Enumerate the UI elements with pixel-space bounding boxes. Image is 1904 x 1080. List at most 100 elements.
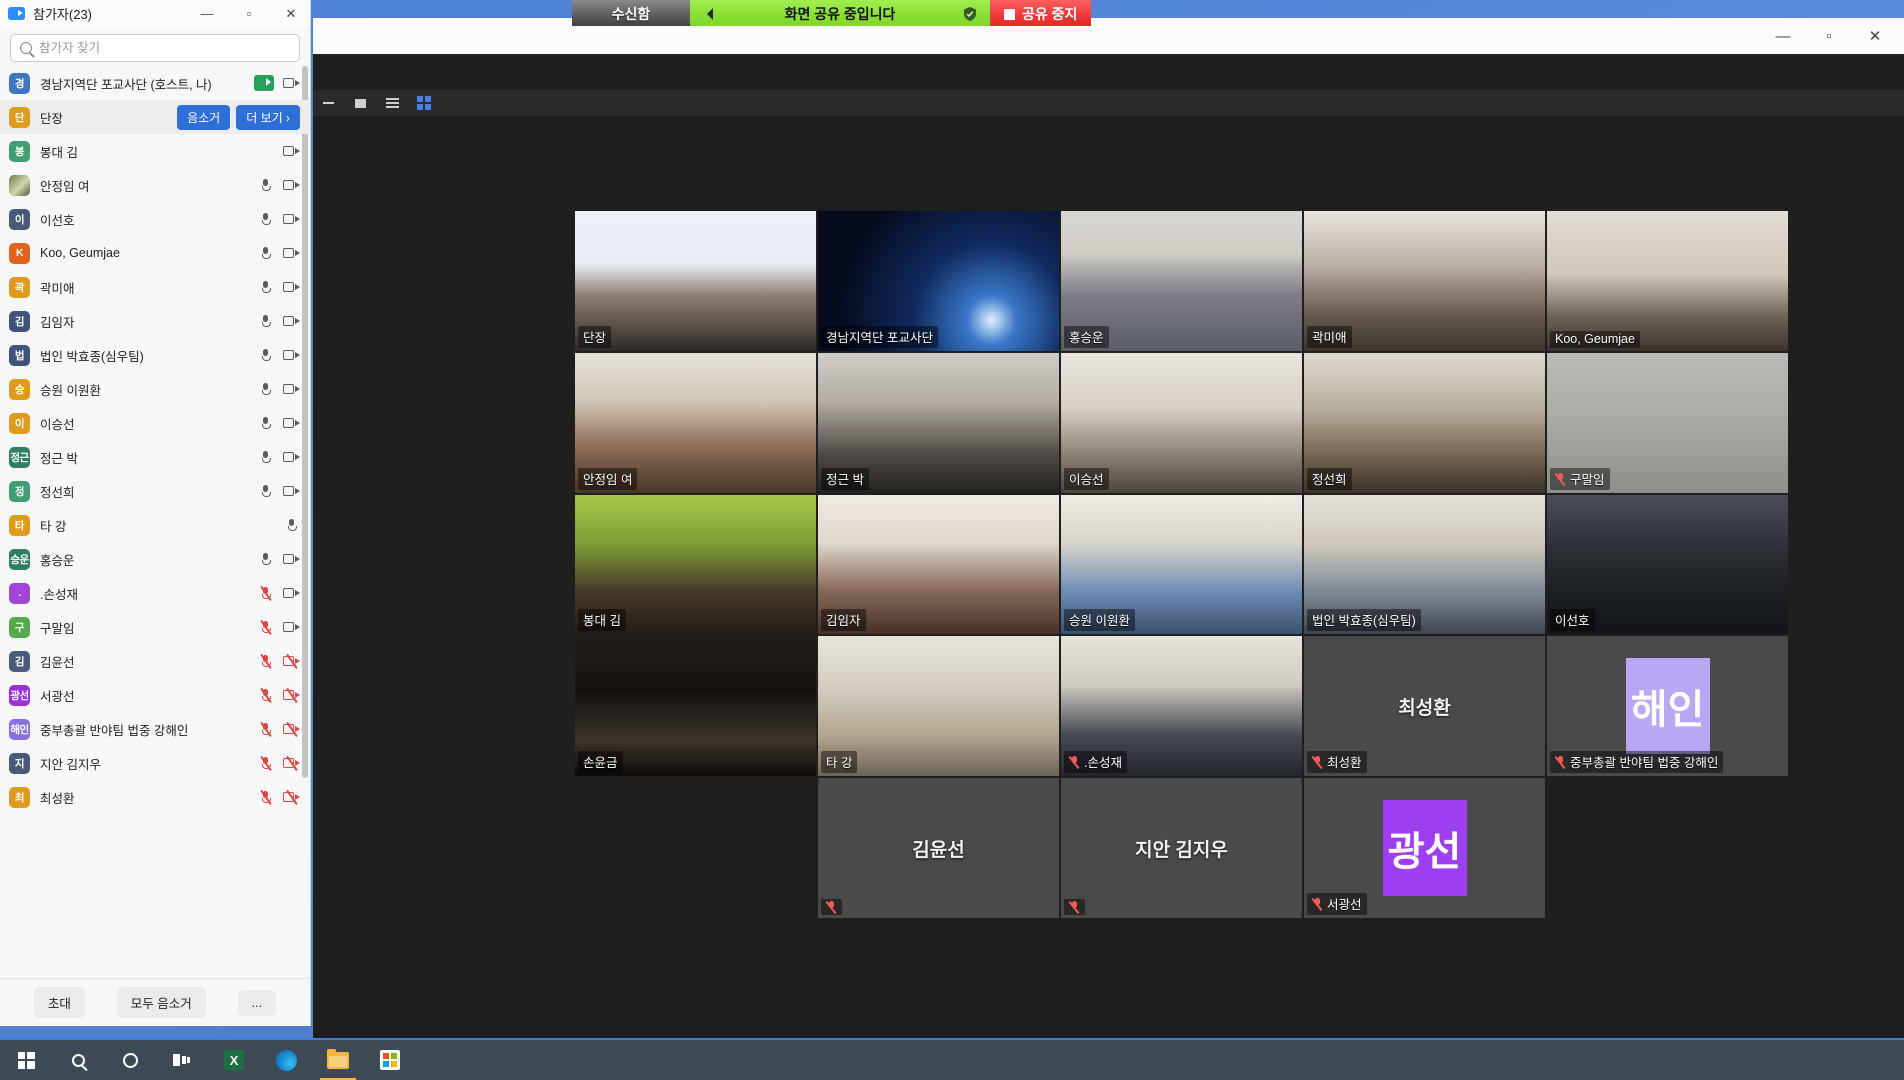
participant-row[interactable]: 김김윤선 bbox=[0, 644, 310, 678]
video-tile[interactable]: 광선서광선 bbox=[1304, 778, 1545, 918]
microphone-icon[interactable] bbox=[258, 416, 274, 430]
camera-icon[interactable] bbox=[283, 213, 300, 225]
participants-list[interactable]: 경경남지역단 포교사단 (호스트, 나)단단장음소거더 보기봉봉대 김안정임 여… bbox=[0, 66, 310, 978]
video-tile[interactable]: 지안 김지우 bbox=[1061, 778, 1302, 918]
camera-icon[interactable] bbox=[283, 77, 300, 89]
microphone-muted-icon[interactable] bbox=[258, 586, 274, 600]
microphone-icon[interactable] bbox=[258, 178, 274, 192]
participant-more-button[interactable]: 더 보기 bbox=[236, 105, 300, 130]
search-input[interactable] bbox=[39, 41, 290, 55]
camera-icon[interactable] bbox=[283, 621, 300, 633]
camera-icon[interactable] bbox=[283, 451, 300, 463]
microphone-icon[interactable] bbox=[258, 280, 274, 294]
participant-row[interactable]: 곽곽미애 bbox=[0, 270, 310, 304]
video-tile[interactable]: 경남지역단 포교사단 bbox=[818, 211, 1059, 351]
shield-icon[interactable] bbox=[962, 6, 978, 22]
participant-row[interactable]: 정정선희 bbox=[0, 474, 310, 508]
zoom-maximize-button[interactable]: ▫ bbox=[1806, 20, 1852, 52]
camera-icon[interactable] bbox=[283, 349, 300, 361]
excel-icon[interactable]: X bbox=[208, 1039, 260, 1080]
camera-icon[interactable] bbox=[283, 145, 300, 157]
microphone-icon[interactable] bbox=[258, 484, 274, 498]
mute-participant-button[interactable]: 음소거 bbox=[177, 105, 230, 130]
search-icon[interactable] bbox=[52, 1039, 104, 1080]
panel-maximize-button[interactable]: ▫ bbox=[232, 1, 266, 27]
microphone-icon[interactable] bbox=[258, 552, 274, 566]
minimize-strip-icon[interactable] bbox=[319, 94, 337, 112]
file-explorer-icon[interactable] bbox=[312, 1039, 364, 1080]
microphone-muted-icon[interactable] bbox=[258, 790, 274, 804]
more-options-button[interactable]: ... bbox=[238, 990, 276, 1016]
participant-row[interactable]: 이이승선 bbox=[0, 406, 310, 440]
participant-row[interactable]: ..손성재 bbox=[0, 576, 310, 610]
participant-row[interactable]: 구구말임 bbox=[0, 610, 310, 644]
windows-start-icon[interactable] bbox=[0, 1039, 52, 1080]
camera-icon[interactable] bbox=[283, 553, 300, 565]
camera-off-icon[interactable] bbox=[283, 757, 300, 769]
video-tile[interactable]: 정근 박 bbox=[818, 353, 1059, 493]
restore-strip-icon[interactable] bbox=[351, 94, 369, 112]
camera-icon[interactable] bbox=[283, 315, 300, 327]
participant-row[interactable]: 법법인 박효종(심우팀) bbox=[0, 338, 310, 372]
microphone-icon[interactable] bbox=[258, 246, 274, 260]
video-tile[interactable]: 타 강 bbox=[818, 636, 1059, 776]
video-tile[interactable]: 김임자 bbox=[818, 495, 1059, 635]
video-tile[interactable]: 봉대 김 bbox=[575, 495, 816, 635]
microphone-icon[interactable] bbox=[258, 382, 274, 396]
microphone-icon[interactable] bbox=[258, 314, 274, 328]
video-tile[interactable]: 정선희 bbox=[1304, 353, 1545, 493]
microphone-icon[interactable] bbox=[258, 450, 274, 464]
video-tile[interactable]: 안정임 여 bbox=[575, 353, 816, 493]
video-tile[interactable]: 이승선 bbox=[1061, 353, 1302, 493]
participant-row[interactable]: 정근정근 박 bbox=[0, 440, 310, 474]
video-tile[interactable]: 해인중부총괄 반야팀 법중 강해인 bbox=[1547, 636, 1788, 776]
invite-button[interactable]: 초대 bbox=[34, 987, 85, 1018]
participant-row[interactable]: 김김임자 bbox=[0, 304, 310, 338]
video-tile[interactable]: .손성재 bbox=[1061, 636, 1302, 776]
pause-icon[interactable] bbox=[702, 6, 718, 22]
microphone-muted-icon[interactable] bbox=[258, 756, 274, 770]
participant-row[interactable]: 경경남지역단 포교사단 (호스트, 나) bbox=[0, 66, 310, 100]
participant-search-box[interactable] bbox=[10, 34, 300, 62]
video-tile[interactable]: 손윤금 bbox=[575, 636, 816, 776]
stop-share-button[interactable]: 공유 중지 bbox=[990, 0, 1091, 28]
video-tile[interactable]: 단장 bbox=[575, 211, 816, 351]
camera-icon[interactable] bbox=[283, 247, 300, 259]
zoom-minimize-button[interactable]: — bbox=[1760, 20, 1806, 52]
microphone-icon[interactable] bbox=[258, 348, 274, 362]
microsoft-store-icon[interactable] bbox=[364, 1039, 416, 1080]
microphone-muted-icon[interactable] bbox=[258, 688, 274, 702]
participant-row[interactable]: 타타 강 bbox=[0, 508, 310, 542]
participant-row[interactable]: KKoo, Geumjae bbox=[0, 236, 310, 270]
video-tile[interactable]: 홍승운 bbox=[1061, 211, 1302, 351]
participant-row[interactable]: 단단장음소거더 보기 bbox=[0, 100, 310, 134]
camera-icon[interactable] bbox=[283, 179, 300, 191]
list-view-icon[interactable] bbox=[383, 94, 401, 112]
participant-row[interactable]: 봉봉대 김 bbox=[0, 134, 310, 168]
zoom-close-button[interactable]: ✕ bbox=[1852, 20, 1898, 52]
video-tile[interactable]: 곽미애 bbox=[1304, 211, 1545, 351]
microphone-muted-icon[interactable] bbox=[258, 620, 274, 634]
microphone-muted-icon[interactable] bbox=[258, 654, 274, 668]
video-tile[interactable]: 승원 이원환 bbox=[1061, 495, 1302, 635]
microphone-muted-icon[interactable] bbox=[258, 722, 274, 736]
microphone-icon[interactable] bbox=[284, 518, 300, 532]
camera-off-icon[interactable] bbox=[283, 723, 300, 735]
panel-close-button[interactable]: ✕ bbox=[274, 1, 308, 27]
panel-minimize-button[interactable]: — bbox=[190, 1, 224, 27]
video-tile[interactable]: 법인 박효종(심우팀) bbox=[1304, 495, 1545, 635]
task-view-icon[interactable] bbox=[156, 1039, 208, 1080]
video-tile[interactable]: 김윤선 bbox=[818, 778, 1059, 918]
edge-browser-icon[interactable] bbox=[260, 1039, 312, 1080]
participant-row[interactable]: 최최성환 bbox=[0, 780, 310, 814]
mute-all-button[interactable]: 모두 음소거 bbox=[117, 987, 206, 1018]
gallery-view-icon[interactable] bbox=[415, 94, 433, 112]
camera-off-icon[interactable] bbox=[283, 655, 300, 667]
participant-row[interactable]: 지지안 김지우 bbox=[0, 746, 310, 780]
camera-icon[interactable] bbox=[283, 485, 300, 497]
camera-icon[interactable] bbox=[283, 281, 300, 293]
video-tile[interactable]: 구말임 bbox=[1547, 353, 1788, 493]
camera-icon[interactable] bbox=[283, 587, 300, 599]
participant-row[interactable]: 이이선호 bbox=[0, 202, 310, 236]
participant-row[interactable]: 광선서광선 bbox=[0, 678, 310, 712]
